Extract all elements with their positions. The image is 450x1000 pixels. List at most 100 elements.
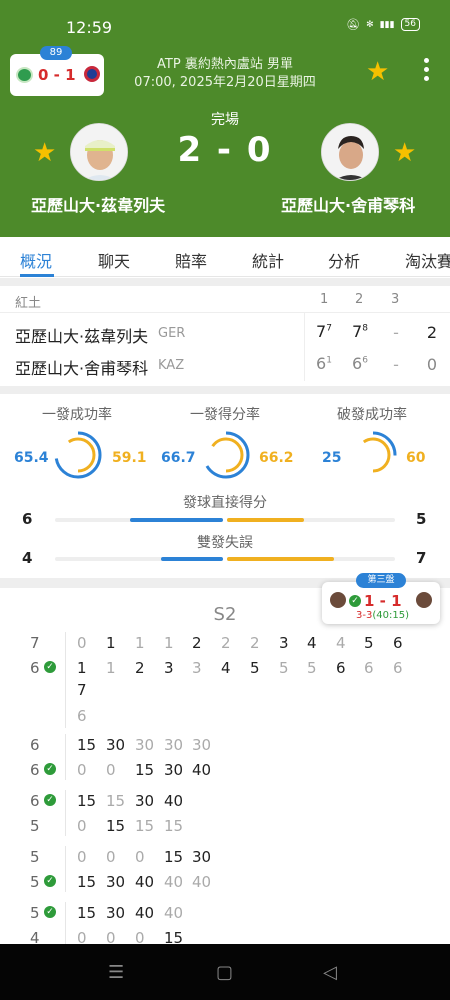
menu-icon[interactable]: ☰ — [108, 962, 124, 983]
point-value: 30 — [106, 904, 126, 922]
tab-bar: 概況 聊天 賠率 統計 分析 淘汰賽 — [0, 237, 450, 277]
more-menu-icon[interactable] — [422, 58, 430, 86]
game-value: 4 — [336, 634, 346, 652]
game-value: 5 — [279, 659, 289, 677]
point-value: 15 — [106, 817, 126, 835]
mute-icon: 🔕︎ — [346, 18, 361, 31]
game-value: 1 — [77, 659, 87, 677]
active-tab-indicator — [20, 274, 54, 277]
point-value: 40 — [164, 873, 184, 891]
status-icons: 🔕︎ ✻ ▮▮▮ 56 — [346, 18, 420, 31]
game-value: 4 — [307, 634, 317, 652]
serve-icon: ✓ — [44, 661, 56, 673]
tab-chat[interactable]: 聊天 — [98, 248, 130, 272]
serve-icon: ✓ — [44, 906, 56, 918]
tab-overview[interactable]: 概況 — [20, 248, 52, 272]
game-value: 1 — [135, 634, 145, 652]
game-score-top: 7 — [30, 634, 40, 652]
point-value: 0 — [77, 761, 87, 779]
away-player-name[interactable]: 亞歷山大·舍甫琴科 — [281, 192, 415, 216]
match-score: 2 - 0 — [177, 130, 273, 170]
home-set-3: - — [393, 323, 399, 342]
divider — [0, 312, 450, 313]
point-value: 15 — [164, 848, 184, 866]
divider — [65, 790, 66, 836]
scoreboard-home-name[interactable]: 亞歷山大·茲韋列夫 — [15, 323, 148, 347]
tab-analysis[interactable]: 分析 — [328, 248, 360, 272]
game-score-top: 5 — [30, 904, 40, 922]
game-score-bottom: 5 — [30, 873, 40, 891]
point-value: 30 — [164, 761, 184, 779]
system-nav-bar: ☰ ▢ ◁ — [0, 944, 450, 1000]
game-value: 2 — [250, 634, 260, 652]
set-badge: 第三盤 — [356, 573, 406, 588]
point-value: 40 — [164, 904, 184, 922]
wifi-icon: ✻ — [366, 19, 374, 30]
point-value: 0 — [77, 817, 87, 835]
bar-home-value: 4 — [22, 549, 33, 567]
match-header: 12:59 🔕︎ ✻ ▮▮▮ 56 89 0 - 1 ATP 裏約熱內盧站 男單… — [0, 0, 450, 237]
bar-stat-title: 發球直接得分 — [183, 495, 267, 511]
live-game-detail: 3-3(40:15) — [356, 610, 409, 621]
stat-away-value: 60 — [406, 450, 426, 466]
point-value: 0 — [106, 848, 116, 866]
game-score-top: 6 — [30, 792, 40, 810]
point-value: 30 — [106, 736, 126, 754]
section-divider — [0, 278, 450, 286]
point-value: 40 — [164, 792, 184, 810]
home-icon[interactable]: ▢ — [216, 962, 233, 983]
home-set-1: 77 — [316, 322, 332, 341]
game-value: 5 — [307, 659, 317, 677]
point-value: 30 — [164, 736, 184, 754]
favorite-away-star-icon[interactable]: ★ — [393, 140, 416, 166]
stat-title: 一發得分率 — [190, 407, 260, 423]
live-set-card[interactable]: 第三盤 ✓ 1 - 1 3-3(40:15) — [322, 573, 440, 624]
home-country: GER — [158, 326, 186, 341]
home-set-2: 78 — [352, 322, 368, 341]
game-value: 5 — [250, 659, 260, 677]
tab-statistics[interactable]: 統計 — [252, 248, 284, 272]
point-value: 0 — [77, 848, 87, 866]
home-player-name[interactable]: 亞歷山大·茲韋列夫 — [31, 192, 165, 216]
point-value: 30 — [135, 792, 155, 810]
tab-knockout[interactable]: 淘汰賽 — [405, 248, 450, 272]
point-value: 15 — [135, 761, 155, 779]
stat-home-value: 65.4 — [14, 450, 49, 466]
match-status: 完場 — [211, 112, 239, 128]
game-value: 0 — [77, 634, 87, 652]
game-value: 5 — [364, 634, 374, 652]
game-score-top: 5 — [30, 848, 40, 866]
game-score-bottom: 6 — [30, 761, 40, 779]
game-value: 6 — [336, 659, 346, 677]
game-value: 2 — [192, 634, 202, 652]
bar-home-fill — [161, 557, 223, 561]
stat-title: 一發成功率 — [42, 407, 112, 423]
favorite-home-star-icon[interactable]: ★ — [33, 140, 56, 166]
scoreboard-away-name[interactable]: 亞歷山大·舍甫琴科 — [15, 355, 148, 379]
bar-away-value: 7 — [416, 549, 427, 567]
battery-icon: 56 — [400, 18, 420, 31]
home-player-avatar[interactable] — [70, 123, 128, 181]
divider — [304, 313, 305, 381]
bar-home-fill — [130, 518, 223, 522]
game-value: 6 — [364, 659, 374, 677]
set-header-2: 2 — [355, 292, 364, 307]
point-value: 40 — [135, 904, 155, 922]
game-score-bottom: 6 — [30, 659, 40, 677]
away-player-avatar[interactable] — [321, 123, 379, 181]
away-set-1: 61 — [316, 354, 332, 373]
point-value: 30 — [192, 848, 212, 866]
game-score-top: 6 — [30, 736, 40, 754]
serve-icon: ✓ — [349, 595, 361, 607]
set-header-3: 3 — [391, 292, 400, 307]
point-value: 15 — [106, 792, 126, 810]
point-value: 40 — [135, 873, 155, 891]
game-value: 1 — [164, 634, 174, 652]
tab-odds[interactable]: 賠率 — [175, 248, 207, 272]
divider — [65, 846, 66, 892]
live-set-score: 1 - 1 — [364, 592, 402, 610]
point-value: 0 — [135, 848, 145, 866]
serve-icon: ✓ — [44, 794, 56, 806]
favorite-star-icon[interactable]: ★ — [366, 59, 389, 85]
back-icon[interactable]: ◁ — [323, 962, 337, 983]
